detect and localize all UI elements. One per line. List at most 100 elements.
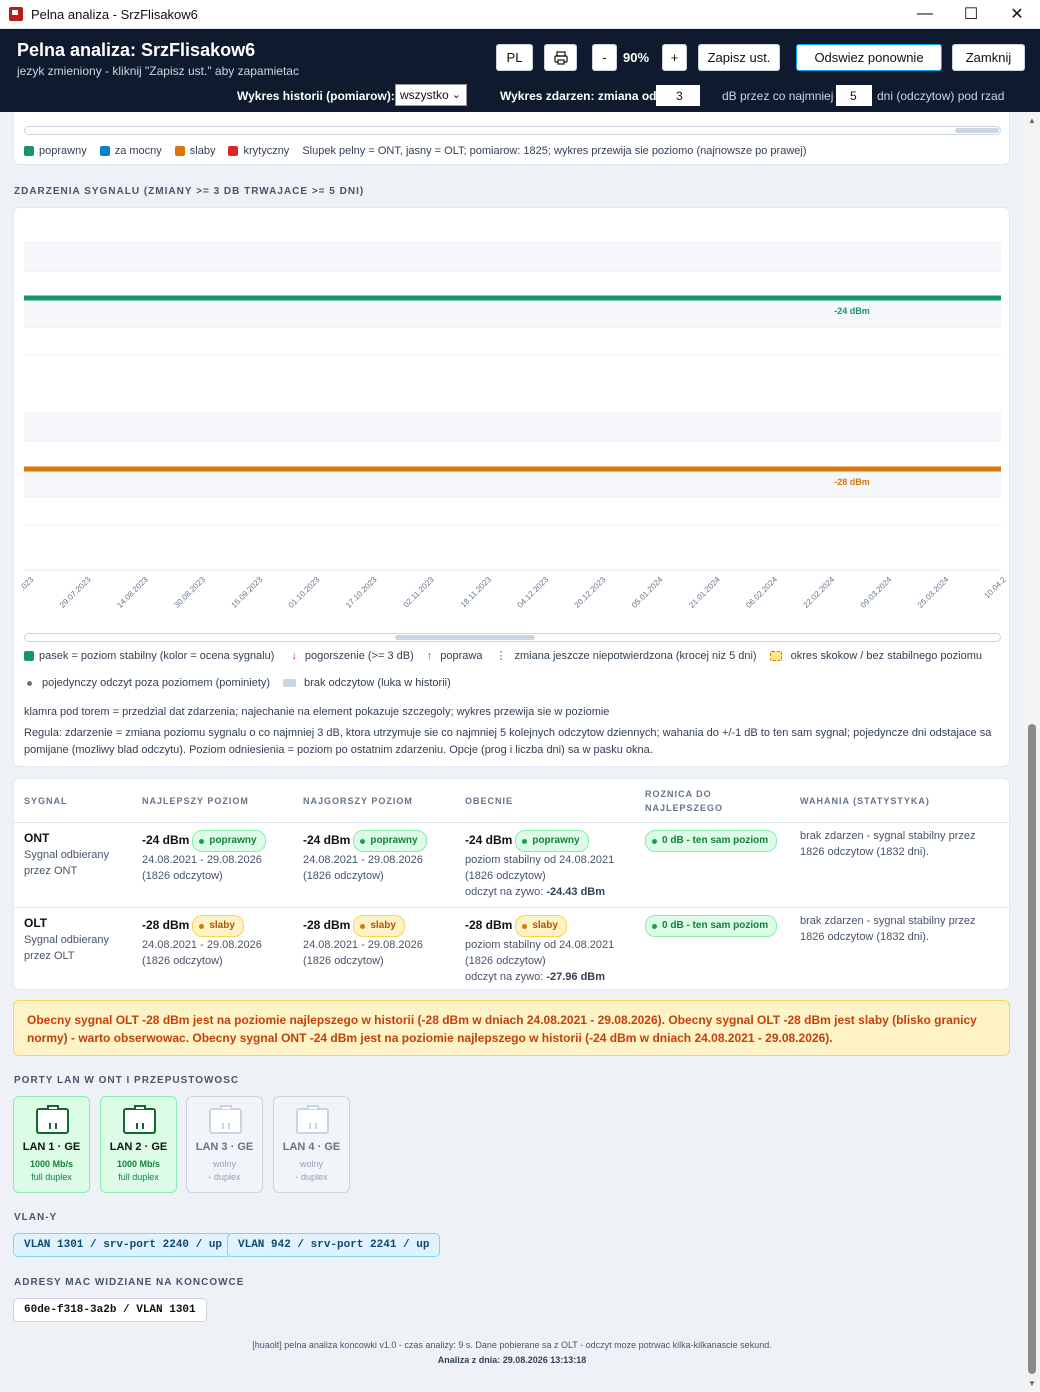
x-tick-label: 30.08.2023 (172, 575, 207, 610)
scrollbar-thumb[interactable] (1028, 724, 1036, 1374)
col-header-diff: Roznica do najlepszego (645, 789, 724, 813)
status-badge-label: slaby (209, 920, 235, 931)
x-tick-label: 04.12.2023 (516, 575, 551, 610)
history-legend-note: Slupek pelny = ONT, jasny = OLT; pomiaro… (302, 145, 807, 157)
close-window-button[interactable]: ✕ (994, 0, 1040, 29)
lan-port-4[interactable]: LAN 4 · GE wolny - duplex (273, 1096, 350, 1193)
scroll-up-icon[interactable]: ▲ (1028, 116, 1036, 125)
legend-item-weak: slaby (174, 145, 215, 157)
col-header-signal: Sygnal (24, 796, 68, 806)
col-header-best: Najlepszy poziom (142, 796, 249, 806)
legend-label: brak odczytow (luka w historii) (304, 677, 451, 689)
legend-item-critical: krytyczny (228, 145, 289, 157)
history-select[interactable]: wszystko ⌄ (395, 84, 467, 106)
live-value: -24.43 dBm (546, 886, 606, 898)
signal-alert: Obecny sygnal OLT -28 dBm jest na poziom… (13, 1000, 1010, 1056)
legend-label: zmiana jeszcze niepotwierdzona (krocej n… (514, 649, 757, 662)
table-divider (14, 907, 1009, 908)
row-signal-cell: ONT Sygnal odbierany przez ONT (24, 830, 124, 879)
lan-section-title: Porty LAN w ONT i przepustowosc (14, 1075, 240, 1086)
vertical-scrollbar[interactable]: ▲ ▼ (1024, 112, 1040, 1392)
ethernet-port-icon (36, 1105, 69, 1134)
now-stable: poziom stabilny od 24.08.2021 (465, 939, 615, 951)
status-badge-label: slaby (370, 920, 396, 931)
x-tick-label: 20.12.2023 (573, 575, 608, 610)
lan-port-name: LAN 3 · GE (195, 1141, 254, 1153)
legend-label: okres skokow / bez stabilnego poziomu (790, 649, 982, 662)
print-button[interactable] (544, 44, 577, 71)
col-header-worst: Najgorszy poziom (303, 796, 413, 806)
best-value: -24 dBm (142, 832, 190, 847)
x-tick-label: .023 (18, 575, 36, 593)
lan-port-speed: 1000 Mb/s (29, 1159, 74, 1169)
row-diff-cell: 0 dB - ten sam poziom (645, 830, 795, 852)
window-title: Pelna analiza - SrzFlisakow6 (31, 6, 198, 22)
best-count: (1826 odczytow) (142, 955, 223, 967)
history-select-value: wszystko (400, 88, 449, 102)
legend-label: pasek = poziom stabilny (kolor = ocena s… (39, 649, 275, 662)
status-badge-label: poprawny (532, 835, 580, 846)
status-badge: slaby (192, 915, 244, 937)
history-hscroll-thumb[interactable] (955, 128, 999, 133)
zoom-out-button[interactable]: - (592, 44, 617, 71)
x-tick-label: 05.01.2024 (630, 575, 665, 610)
history-chart-card: poprawny za mocny slaby krytyczny Slupek… (13, 112, 1010, 165)
dot-icon (27, 680, 32, 686)
level-bar-ont (24, 295, 1001, 301)
x-tick-label: 09.03.2024 (859, 575, 894, 610)
square-icon (228, 146, 239, 156)
best-dates: 24.08.2021 - 29.08.2026 (142, 854, 262, 866)
events-label: Wykres zdarzen: zmiana od (500, 89, 657, 103)
zoom-in-button[interactable]: + (662, 44, 687, 71)
history-label: Wykres historii (pomiarow): (237, 89, 395, 103)
refresh-button[interactable]: Odswiez ponownie (796, 44, 942, 71)
window-titlebar: Pelna analiza - SrzFlisakow6 — ☐ ✕ (0, 0, 1040, 29)
page-title: Pelna analiza: SrzFlisakow6 (17, 40, 256, 60)
language-button[interactable]: PL (496, 44, 533, 71)
days-input[interactable]: 5 (836, 85, 872, 106)
threshold-unit-label: dB przez co najmniej (722, 89, 834, 103)
lan-port-duplex: full duplex (31, 1172, 72, 1182)
minimize-button[interactable]: — (902, 0, 948, 29)
row-signal-name: OLT (24, 916, 48, 930)
ethernet-port-icon (123, 1105, 156, 1134)
legend-item-gap: brak odczytow (luka w historii) (283, 677, 451, 689)
history-hscroll[interactable] (24, 126, 1001, 135)
maximize-button[interactable]: ☐ (948, 0, 994, 29)
diff-badge-label: 0 dB - ten sam poziom (662, 920, 769, 931)
scroll-down-icon[interactable]: ▼ (1028, 1379, 1036, 1388)
x-tick-label: 14.08.2023 (115, 575, 150, 610)
row-stats-cell: brak zdarzen - sygnal stabilny przez 182… (800, 830, 976, 858)
row-signal-desc: Sygnal odbierany przez ONT (24, 849, 110, 877)
square-icon (24, 650, 34, 661)
x-tick-label: 06.02.2024 (744, 575, 779, 610)
days-unit: dni (odczytow) pod rzad (877, 85, 1004, 107)
legend-label: za mocny (114, 145, 162, 157)
events-chart-card: -24 dBm -28 dBm .023 29.07.2023 14.08.2023 30… (13, 207, 1010, 767)
chevron-down-icon: ⌄ (451, 89, 461, 101)
events-option: Wykres zdarzen: zmiana od (500, 85, 657, 107)
row-best-cell: -24 dBm poprawny 24.08.2021 - 29.08.2026 … (142, 830, 292, 884)
live-label: odczyt na zywo: (465, 886, 544, 898)
events-hscroll[interactable] (24, 633, 1001, 642)
save-settings-button[interactable]: Zapisz ust. (698, 44, 780, 71)
legend-label: pojedynczy odczyt poza poziomem (pominie… (42, 677, 271, 689)
events-hscroll-thumb[interactable] (395, 635, 535, 640)
events-legend-row2: pojedynczy odczyt poza poziomem (pominie… (24, 677, 464, 689)
row-best-cell: -28 dBm slaby 24.08.2021 - 29.08.2026 (18… (142, 915, 292, 969)
legend-label: poprawny (39, 145, 87, 157)
x-tick-label: 18.11.2023 (459, 575, 494, 610)
close-button[interactable]: Zamknij (952, 44, 1025, 71)
printer-icon (553, 50, 568, 65)
legend-item-ok: poprawny (24, 145, 87, 157)
threshold-input[interactable]: 3 (656, 85, 700, 106)
chart-band (24, 243, 1001, 271)
legend-label: krytyczny (243, 145, 290, 157)
lan-port-3[interactable]: LAN 3 · GE wolny - duplex (186, 1096, 263, 1193)
lan-port-1[interactable]: LAN 1 · GE 1000 Mb/s full duplex (13, 1096, 90, 1193)
lan-port-duplex: - duplex (208, 1172, 241, 1182)
lan-port-speed: 1000 Mb/s (116, 1159, 161, 1169)
lan-port-2[interactable]: LAN 2 · GE 1000 Mb/s full duplex (100, 1096, 177, 1193)
row-worst-cell: -28 dBm slaby 24.08.2021 - 29.08.2026 (18… (303, 915, 453, 969)
lan-port-duplex: - duplex (295, 1172, 328, 1182)
